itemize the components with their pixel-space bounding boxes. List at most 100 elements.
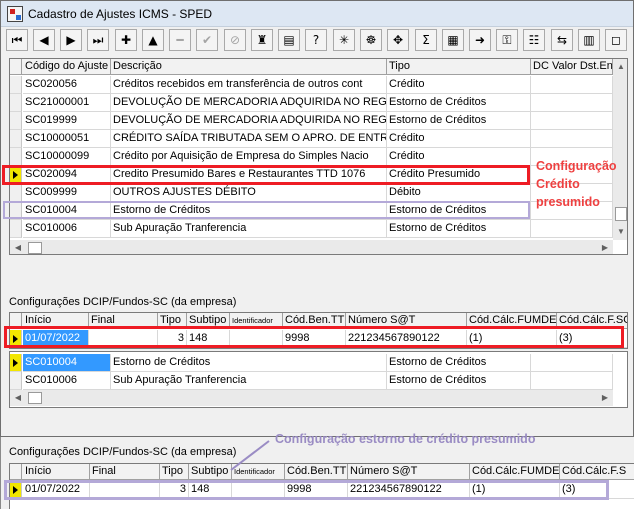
table-row[interactable]: 01/07/2022 3 148 9998 221234567890122 (1) (3)	[10, 481, 634, 499]
column-header[interactable]: Número S@T	[348, 464, 470, 480]
grid-cell[interactable]	[89, 330, 158, 348]
column-header[interactable]: Descrição	[111, 59, 387, 75]
grid-cell[interactable]: Estorno de Créditos	[387, 372, 531, 390]
column-header[interactable]: Número S@T	[346, 313, 467, 329]
scroll-up-icon[interactable]: ▲	[613, 59, 627, 75]
column-header[interactable]: Início	[23, 464, 90, 480]
column-header[interactable]: Cód.Cálc.FUMDES	[467, 313, 557, 329]
last-record-icon[interactable]: ⏭	[87, 29, 109, 51]
grid-cell[interactable]	[230, 330, 283, 348]
grid-cell[interactable]: Estorno de Créditos	[387, 354, 531, 372]
grid-cell[interactable]: Crédito	[387, 148, 531, 166]
horizontal-scrollbar[interactable]: ◀ ▶	[10, 390, 613, 406]
table-row[interactable]: SC010004 Estorno de Créditos Estorno de Cr…	[10, 354, 613, 372]
grid-cell[interactable]: Crédito Presumido	[387, 166, 531, 184]
scroll-left-icon[interactable]: ◀	[10, 240, 26, 254]
table-row[interactable]: SC10000051 CRÉDITO SAÍDA TRIBUTADA SEM O …	[10, 130, 613, 148]
list-icon[interactable]: ☷	[523, 29, 545, 51]
report-icon[interactable]: ▦	[442, 29, 464, 51]
grid-cell[interactable]: 01/07/2022	[23, 481, 90, 499]
stamp-icon[interactable]: ♜	[251, 29, 273, 51]
scroll-thumb[interactable]	[615, 207, 627, 221]
scroll-thumb[interactable]	[28, 392, 42, 404]
column-header[interactable]: Cód.Cálc.F.S	[560, 464, 634, 480]
table-row[interactable]: SC019999 DEVOLUÇÃO DE MERCADORIA ADQUIRID…	[10, 112, 613, 130]
column-header[interactable]: Cód.Cálc.FUMDES	[470, 464, 560, 480]
grid-cell[interactable]: Sub Apuração Tranferencia	[111, 372, 387, 390]
grid-cell[interactable]: (1)	[467, 330, 557, 348]
next-record-icon[interactable]: ▶	[60, 29, 82, 51]
column-header[interactable]: DC Valor Dst.Ent.	[531, 59, 613, 75]
column-header[interactable]: Final	[89, 313, 158, 329]
grid-cell[interactable]: SC010004	[23, 202, 111, 220]
grid-cell[interactable]: SC020056	[23, 76, 111, 94]
grid-cell[interactable]	[531, 94, 613, 112]
grid-cell[interactable]: SC21000001	[23, 94, 111, 112]
grid-cell[interactable]: SC009999	[23, 184, 111, 202]
column-header[interactable]: Início	[23, 313, 89, 329]
grid-cell[interactable]: Débito	[387, 184, 531, 202]
grid-cell[interactable]: Estorno de Créditos	[111, 354, 387, 372]
grid-cell[interactable]: Crédito	[387, 76, 531, 94]
table-row[interactable]: SC010006 Sub Apuração Tranferencia Estorno…	[10, 372, 613, 390]
delete-icon[interactable]: ━	[169, 29, 191, 51]
grid-cell[interactable]: 148	[187, 330, 230, 348]
grid-cell[interactable]: (3)	[560, 481, 634, 499]
export-icon[interactable]: ➜	[469, 29, 491, 51]
scroll-down-icon[interactable]: ▼	[613, 224, 627, 240]
grid-cell[interactable]	[232, 481, 285, 499]
first-record-icon[interactable]: ⏮	[6, 29, 28, 51]
grid-cell[interactable]: 01/07/2022	[23, 330, 89, 348]
table-row[interactable]: SC009999 OUTROS AJUSTES DÉBITO Débito	[10, 184, 613, 202]
column-header[interactable]: Tipo	[387, 59, 531, 75]
edit-icon[interactable]: ▲	[142, 29, 164, 51]
grid-cell[interactable]	[531, 130, 613, 148]
tools-icon[interactable]: ☸	[360, 29, 382, 51]
sum-icon[interactable]: Σ	[415, 29, 437, 51]
grid-cell[interactable]: SC019999	[23, 112, 111, 130]
calendar-icon[interactable]: ▥	[578, 29, 600, 51]
settings-icon[interactable]: ✥	[387, 29, 409, 51]
grid-cell[interactable]: (3)	[557, 330, 627, 348]
column-header[interactable]: Subtipo	[187, 313, 230, 329]
dcip-grid-2[interactable]: Início Final Tipo Subtipo Identificador Cód.B…	[9, 463, 634, 509]
table-row[interactable]: SC020094 Credito Presumido Bares e Restau…	[10, 166, 613, 184]
grid-cell[interactable]	[531, 76, 613, 94]
grid-cell[interactable]: SC020094	[23, 166, 111, 184]
grid-cell[interactable]: SC010004	[23, 354, 111, 372]
column-header[interactable]: Identificador	[230, 313, 283, 329]
grid-cell[interactable]	[531, 112, 613, 130]
table-row[interactable]: SC010006 Sub Apuração Tranferencia Estorno…	[10, 220, 613, 238]
column-header[interactable]: Cód.Cálc.F.SOC	[557, 313, 627, 329]
grid-cell[interactable]: Credito Presumido Bares e Restaurantes T…	[111, 166, 387, 184]
grid-cell[interactable]: DEVOLUÇÃO DE MERCADORIA ADQUIRIDA NO REG…	[111, 94, 387, 112]
grid-cell[interactable]: DEVOLUÇÃO DE MERCADORIA ADQUIRIDA NO REG…	[111, 112, 387, 130]
grid-cell[interactable]: Estorno de Créditos	[387, 94, 531, 112]
scroll-thumb[interactable]	[28, 242, 42, 254]
grid-cell[interactable]: SC10000099	[23, 148, 111, 166]
scroll-left-icon[interactable]: ◀	[10, 390, 26, 406]
grid-cell[interactable]: Estorno de Créditos	[111, 202, 387, 220]
column-header[interactable]: Final	[90, 464, 160, 480]
scroll-right-icon[interactable]: ▶	[597, 240, 613, 254]
grid-cell[interactable]: CRÉDITO SAÍDA TRIBUTADA SEM O APRO. DE E…	[111, 130, 387, 148]
post-icon[interactable]: ✔	[196, 29, 218, 51]
grid-cell[interactable]: Estorno de Créditos	[387, 220, 531, 238]
grid-cell[interactable]: 9998	[285, 481, 348, 499]
table-row[interactable]: 01/07/2022 3 148 9998 221234567890122 (1) (3)	[10, 330, 627, 348]
grid-cell[interactable]	[531, 354, 613, 372]
grid-cell[interactable]: SC010006	[23, 220, 111, 238]
grid-cell[interactable]: SC010006	[23, 372, 111, 390]
grid-cell[interactable]: OUTROS AJUSTES DÉBITO	[111, 184, 387, 202]
grid-cell[interactable]: 3	[158, 330, 187, 348]
grid-cell[interactable]: Crédito	[387, 130, 531, 148]
help-query-icon[interactable]: ?	[305, 29, 327, 51]
table-row[interactable]: SC010004 Estorno de Créditos Estorno de Cr…	[10, 202, 613, 220]
grid-cell[interactable]: 9998	[283, 330, 346, 348]
column-header[interactable]: Cód.Ben.TTD	[285, 464, 348, 480]
column-header[interactable]: Cód.Ben.TTD	[283, 313, 346, 329]
grid-cell[interactable]	[531, 220, 613, 238]
grid-cell[interactable]: 3	[160, 481, 189, 499]
grid-cell[interactable]: (1)	[470, 481, 560, 499]
prior-record-icon[interactable]: ◀	[33, 29, 55, 51]
